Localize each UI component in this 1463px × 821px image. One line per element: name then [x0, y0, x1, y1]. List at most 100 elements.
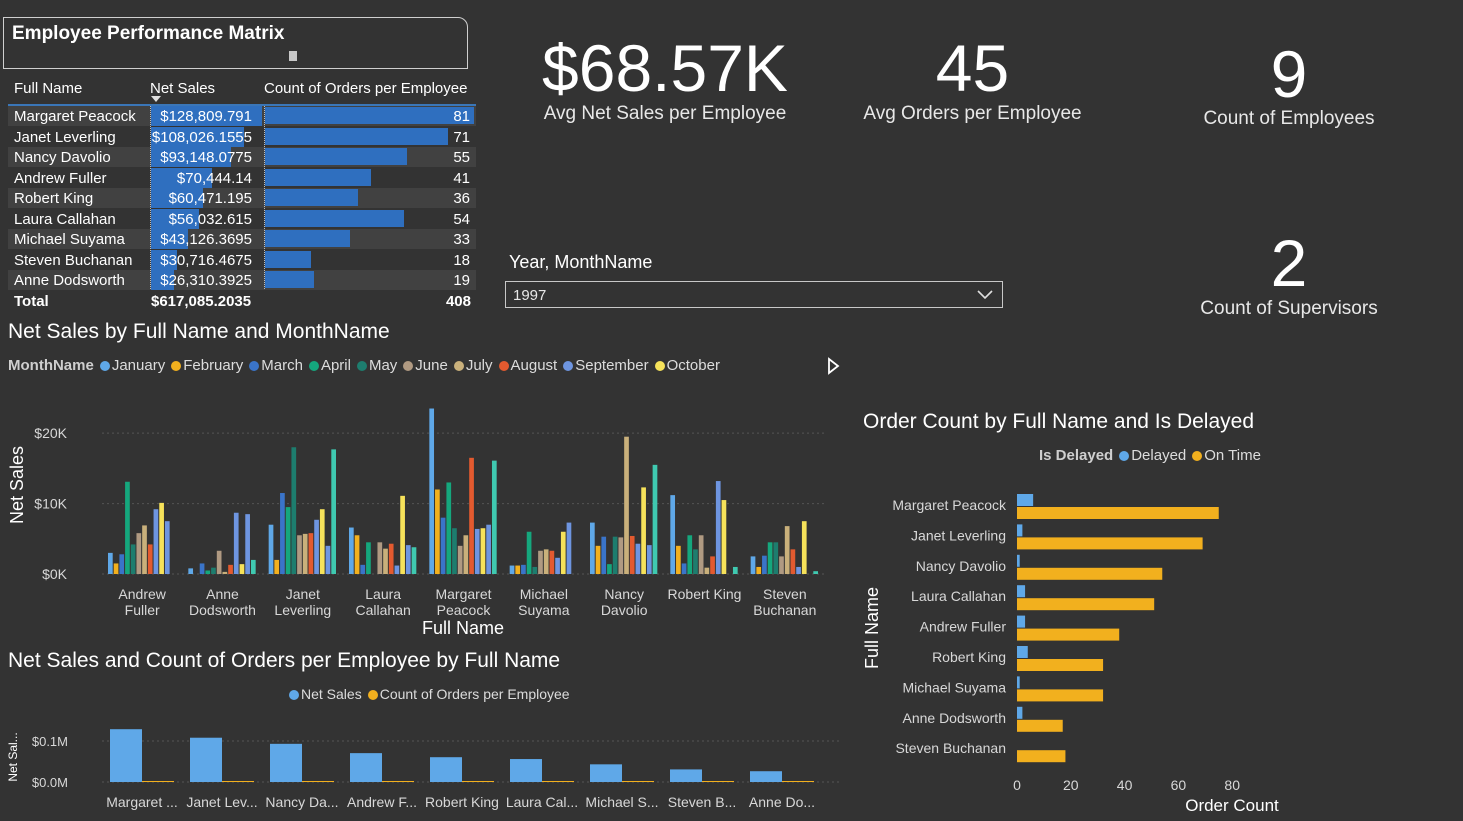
bar[interactable] [715, 481, 721, 574]
table-row[interactable]: Laura Callahan $56,032.615 54 [8, 208, 476, 229]
sort-descending-icon[interactable] [151, 96, 161, 102]
bar[interactable] [211, 567, 216, 574]
legend-item[interactable]: Net Sales [301, 686, 362, 702]
bar[interactable] [297, 535, 302, 574]
delayed-bar[interactable] [1017, 706, 1023, 719]
bar[interactable] [612, 536, 618, 574]
bar[interactable] [130, 544, 136, 574]
net-sales-bar[interactable] [350, 753, 382, 782]
table-row[interactable]: Andrew Fuller $70,444.14 41 [8, 167, 476, 188]
bar[interactable] [308, 533, 314, 574]
delayed-bar[interactable] [1017, 554, 1020, 567]
net-sales-bar[interactable] [510, 759, 542, 782]
orders-bar[interactable] [462, 781, 494, 782]
table-row[interactable]: Nancy Davolio $93,148.0775 55 [8, 147, 476, 167]
bar[interactable] [543, 549, 549, 574]
bar[interactable] [302, 533, 308, 574]
bar[interactable] [228, 564, 233, 574]
delayed-bar[interactable] [1017, 524, 1023, 537]
net-sales-bar[interactable] [590, 764, 622, 782]
bar[interactable] [245, 514, 250, 574]
orders-bar[interactable] [142, 781, 174, 782]
legend-item[interactable]: June [415, 357, 448, 374]
legend-item[interactable]: January [112, 357, 165, 374]
table-row[interactable]: Janet Leverling $108,026.1555 71 [8, 126, 476, 147]
bar[interactable] [704, 567, 710, 574]
bar[interactable] [280, 493, 285, 574]
bar[interactable] [515, 565, 521, 574]
bar[interactable] [721, 500, 727, 574]
bar[interactable] [756, 566, 762, 574]
orders-bar[interactable] [542, 781, 574, 782]
bar[interactable] [687, 535, 693, 574]
legend-item[interactable]: October [667, 357, 720, 374]
bar[interactable] [538, 550, 543, 574]
legend-item[interactable]: On Time [1204, 447, 1261, 464]
legend-next-page-icon[interactable] [826, 357, 840, 375]
bar[interactable] [411, 547, 417, 574]
orders-bar[interactable] [382, 781, 414, 782]
on-time-bar[interactable] [1017, 598, 1155, 611]
net-sales-bar[interactable] [430, 757, 462, 782]
bar[interactable] [641, 487, 646, 574]
bar[interactable] [480, 528, 486, 574]
bar[interactable] [188, 568, 194, 574]
bar[interactable] [491, 460, 497, 574]
bar[interactable] [560, 531, 566, 574]
bar[interactable] [474, 528, 480, 574]
bar[interactable] [314, 519, 319, 574]
chevron-down-icon[interactable] [974, 283, 996, 305]
net-sales-bar[interactable] [750, 771, 782, 782]
net-sales-bar[interactable] [190, 737, 222, 782]
table-row[interactable]: Steven Buchanan $30,716.4675 18 [8, 249, 476, 270]
bar[interactable] [646, 545, 652, 574]
bar[interactable] [383, 548, 388, 574]
bar[interactable] [153, 509, 159, 574]
bar[interactable] [635, 543, 641, 574]
bar[interactable] [142, 525, 147, 574]
bar[interactable] [624, 436, 629, 574]
bar[interactable] [216, 550, 222, 574]
bar[interactable] [813, 571, 818, 574]
delayed-bar[interactable] [1017, 585, 1026, 598]
bar[interactable] [750, 556, 756, 574]
bar[interactable] [681, 563, 687, 574]
bar[interactable] [233, 512, 239, 574]
bar[interactable] [222, 571, 228, 574]
column-header-net-sales[interactable]: Net Sales [150, 80, 215, 97]
bar[interactable] [125, 481, 130, 574]
legend-item[interactable]: September [575, 357, 648, 374]
bar[interactable] [566, 522, 572, 574]
bar[interactable] [250, 559, 256, 574]
bar[interactable] [549, 550, 555, 574]
table-row[interactable]: Robert King $60,471.195 36 [8, 188, 476, 208]
legend-item[interactable]: February [183, 357, 243, 374]
legend-item[interactable]: August [511, 357, 558, 374]
bar[interactable] [732, 566, 738, 574]
bar[interactable] [670, 495, 676, 574]
delayed-bar[interactable] [1017, 676, 1020, 689]
bar[interactable] [796, 566, 801, 574]
bar[interactable] [767, 542, 773, 574]
bar[interactable] [607, 564, 612, 574]
legend-item[interactable]: May [369, 357, 397, 374]
bar[interactable] [509, 565, 515, 574]
orders-bar[interactable] [302, 781, 334, 782]
bar[interactable] [601, 536, 607, 574]
on-time-bar[interactable] [1017, 628, 1120, 641]
bar[interactable] [784, 526, 790, 574]
on-time-bar[interactable] [1017, 659, 1104, 671]
on-time-bar[interactable] [1017, 750, 1066, 763]
bar[interactable] [199, 563, 205, 574]
bar[interactable] [457, 545, 463, 574]
bar[interactable] [377, 542, 383, 574]
bar[interactable] [136, 533, 142, 574]
legend-item[interactable]: July [466, 357, 493, 374]
bar[interactable] [629, 535, 635, 574]
bar[interactable] [595, 545, 601, 574]
bar[interactable] [113, 563, 119, 574]
bar[interactable] [291, 447, 297, 574]
on-time-bar[interactable] [1017, 537, 1203, 550]
bar[interactable] [801, 521, 807, 574]
bar[interactable] [349, 527, 354, 574]
